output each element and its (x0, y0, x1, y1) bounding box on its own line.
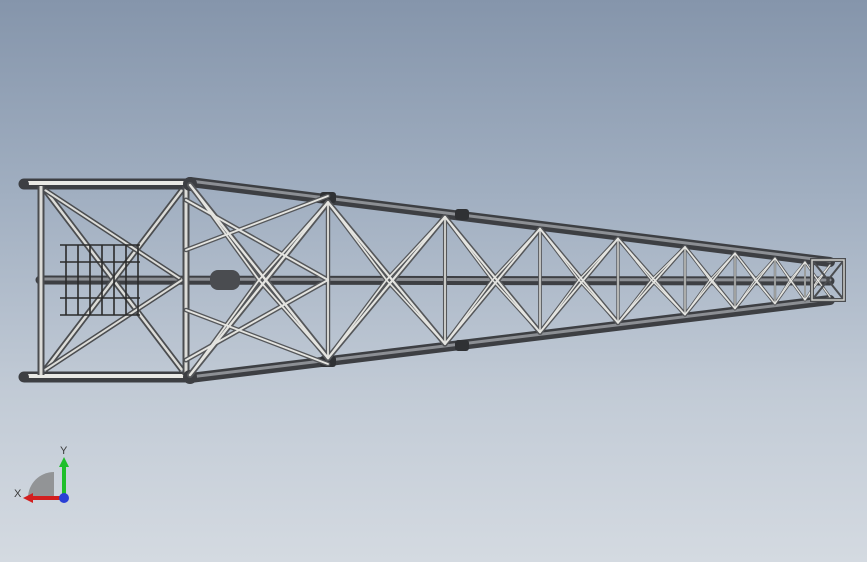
web-member-highlight (326, 201, 447, 346)
web-member-highlight (491, 279, 541, 334)
web-member-highlight (327, 279, 388, 360)
x-axis-label: X (14, 488, 22, 500)
web-member-highlight (709, 252, 736, 281)
web-member-highlight (385, 279, 446, 345)
web-member-highlight (258, 279, 329, 360)
web-member-highlight (326, 215, 447, 360)
graphics-viewport[interactable]: Y X (0, 0, 867, 562)
web-member-highlight (327, 201, 388, 281)
web-member-highlight (684, 246, 711, 281)
web-member-highlight (385, 216, 446, 281)
web-member-highlight (444, 279, 494, 345)
web-member-highlight (578, 279, 619, 324)
y-axis-label: Y (60, 445, 68, 457)
web-member-highlight (188, 183, 330, 360)
web-member-highlight (491, 227, 541, 281)
coordinate-triad: Y X (14, 445, 69, 503)
web-member-highlight (539, 228, 580, 281)
web-member-highlight (539, 237, 619, 334)
z-axis-dot (59, 493, 69, 503)
web-member-highlight (617, 237, 653, 281)
web-member-highlight (188, 201, 330, 377)
web-member-highlight (443, 215, 542, 334)
web-member-highlight (443, 227, 542, 345)
web-member-highlight (258, 201, 329, 281)
web-member-highlight (539, 227, 619, 324)
web-member-highlight (578, 237, 619, 281)
web-member-highlight (539, 279, 580, 334)
web-member-highlight (617, 279, 653, 324)
web-member-highlight (650, 246, 686, 281)
truss-model[interactable] (0, 0, 867, 562)
web-member-highlight (444, 216, 494, 281)
